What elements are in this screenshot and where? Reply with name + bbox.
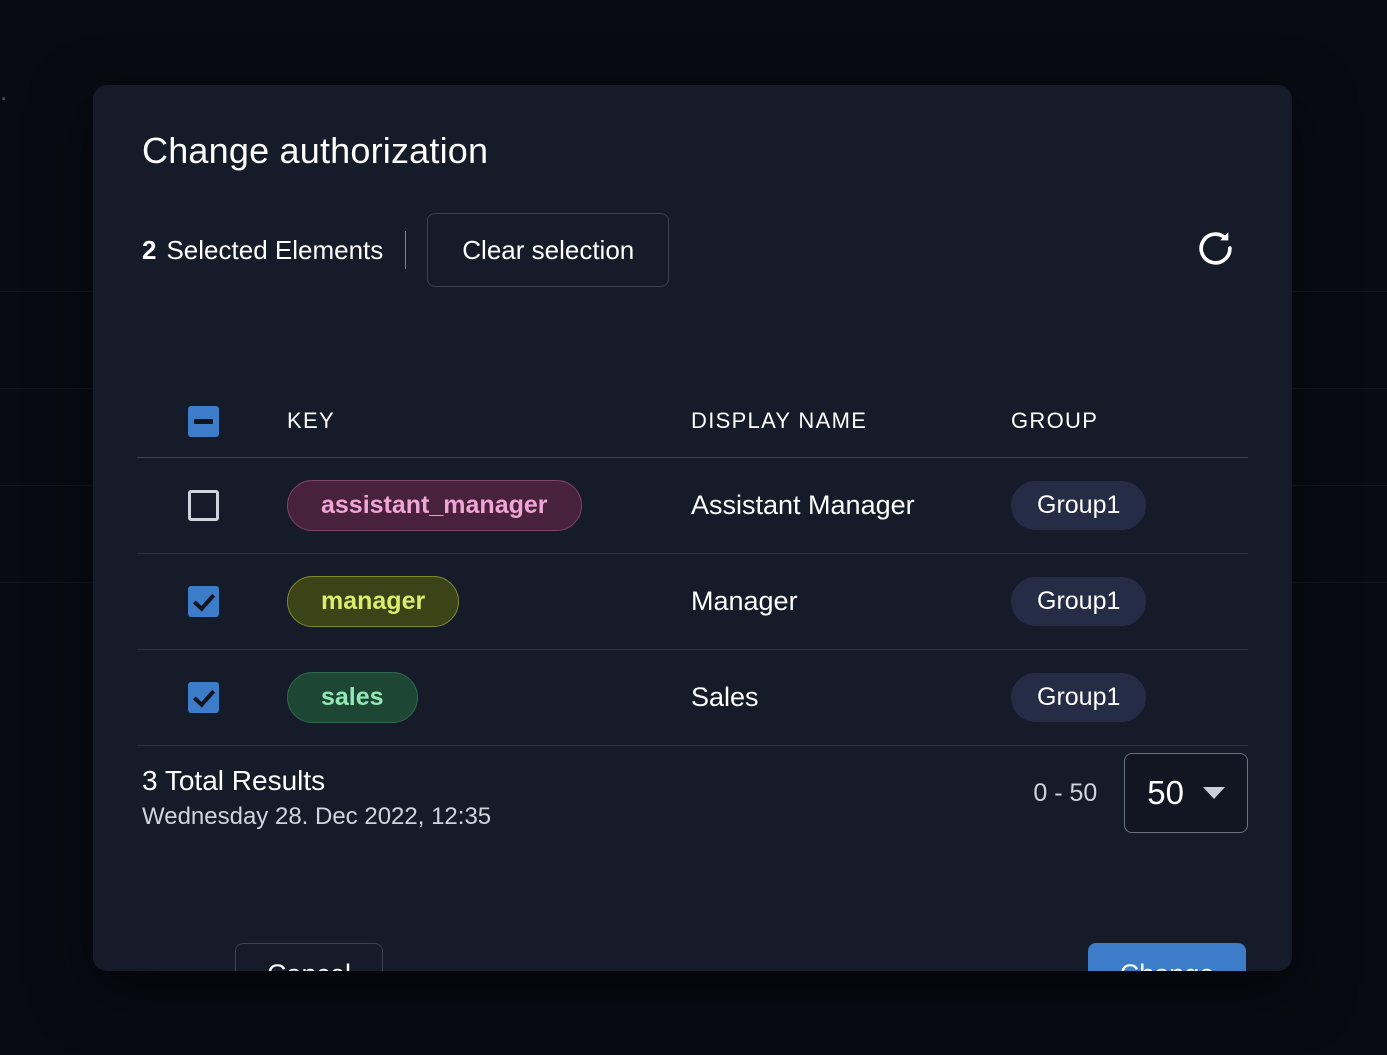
selection-bar: 2 Selected Elements Clear selection (142, 213, 1243, 287)
row-cell-display-name: Manager (691, 586, 1011, 617)
column-header-display-name[interactable]: DISPLAY NAME (691, 408, 1011, 434)
results-timestamp: Wednesday 28. Dec 2022, 12:35 (142, 803, 491, 831)
column-header-group-label: GROUP (1011, 408, 1098, 433)
row-cell-group: Group1 (1011, 673, 1248, 722)
authorization-table: KEY DISPLAY NAME GROUP assistant_manager… (137, 385, 1248, 746)
key-pill: assistant_manager (287, 480, 582, 530)
selected-elements-label: Selected Elements (166, 235, 383, 266)
change-authorization-dialog: Change authorization 2 Selected Elements… (93, 85, 1292, 971)
column-header-key-label: KEY (287, 408, 335, 433)
row-cell-display-name: Assistant Manager (691, 490, 1011, 521)
column-header-key[interactable]: KEY (287, 408, 691, 434)
table-row[interactable]: manager Manager Group1 (137, 554, 1248, 650)
page-range-label: 0 - 50 (1033, 779, 1097, 808)
row-checkbox[interactable] (188, 682, 219, 713)
table-header-row: KEY DISPLAY NAME GROUP (137, 385, 1248, 458)
group-pill: Group1 (1011, 673, 1146, 722)
group-pill: Group1 (1011, 577, 1146, 626)
row-cell-key: sales (287, 672, 691, 722)
chevron-down-icon (1203, 787, 1225, 799)
row-checkbox[interactable] (188, 586, 219, 617)
row-checkbox[interactable] (188, 490, 219, 521)
column-header-group[interactable]: GROUP (1011, 408, 1248, 434)
results-summary: 3 Total Results Wednesday 28. Dec 2022, … (142, 765, 491, 831)
key-pill: manager (287, 576, 459, 626)
dialog-title: Change authorization (142, 130, 488, 172)
clear-selection-button[interactable]: Clear selection (427, 213, 669, 287)
column-header-display-name-label: DISPLAY NAME (691, 408, 867, 433)
row-cell-group: Group1 (1011, 577, 1248, 626)
row-cell-key: assistant_manager (287, 480, 691, 530)
table-row[interactable]: sales Sales Group1 (137, 650, 1248, 746)
selection-divider (405, 231, 406, 269)
row-checkbox-cell (137, 682, 287, 713)
page-size-value: 50 (1147, 774, 1184, 812)
page-size-select[interactable]: 50 (1124, 753, 1248, 833)
refresh-icon[interactable] (1187, 221, 1243, 277)
row-cell-display-name: Sales (691, 682, 1011, 713)
selected-count: 2 (142, 235, 156, 266)
group-pill: Group1 (1011, 481, 1146, 530)
cancel-button[interactable]: Cancel (235, 943, 383, 971)
display-name-text: Manager (691, 586, 798, 616)
pagination-controls: 0 - 50 50 (1033, 753, 1248, 833)
row-checkbox-cell (137, 586, 287, 617)
total-results-text: 3 Total Results (142, 765, 491, 797)
display-name-text: Sales (691, 682, 759, 712)
display-name-text: Assistant Manager (691, 490, 915, 520)
header-checkbox-cell (137, 406, 287, 437)
row-cell-key: manager (287, 576, 691, 626)
key-pill: sales (287, 672, 418, 722)
row-cell-group: Group1 (1011, 481, 1248, 530)
select-all-checkbox[interactable] (188, 406, 219, 437)
change-button[interactable]: Change (1088, 943, 1246, 971)
row-checkbox-cell (137, 490, 287, 521)
table-row[interactable]: assistant_manager Assistant Manager Grou… (137, 458, 1248, 554)
